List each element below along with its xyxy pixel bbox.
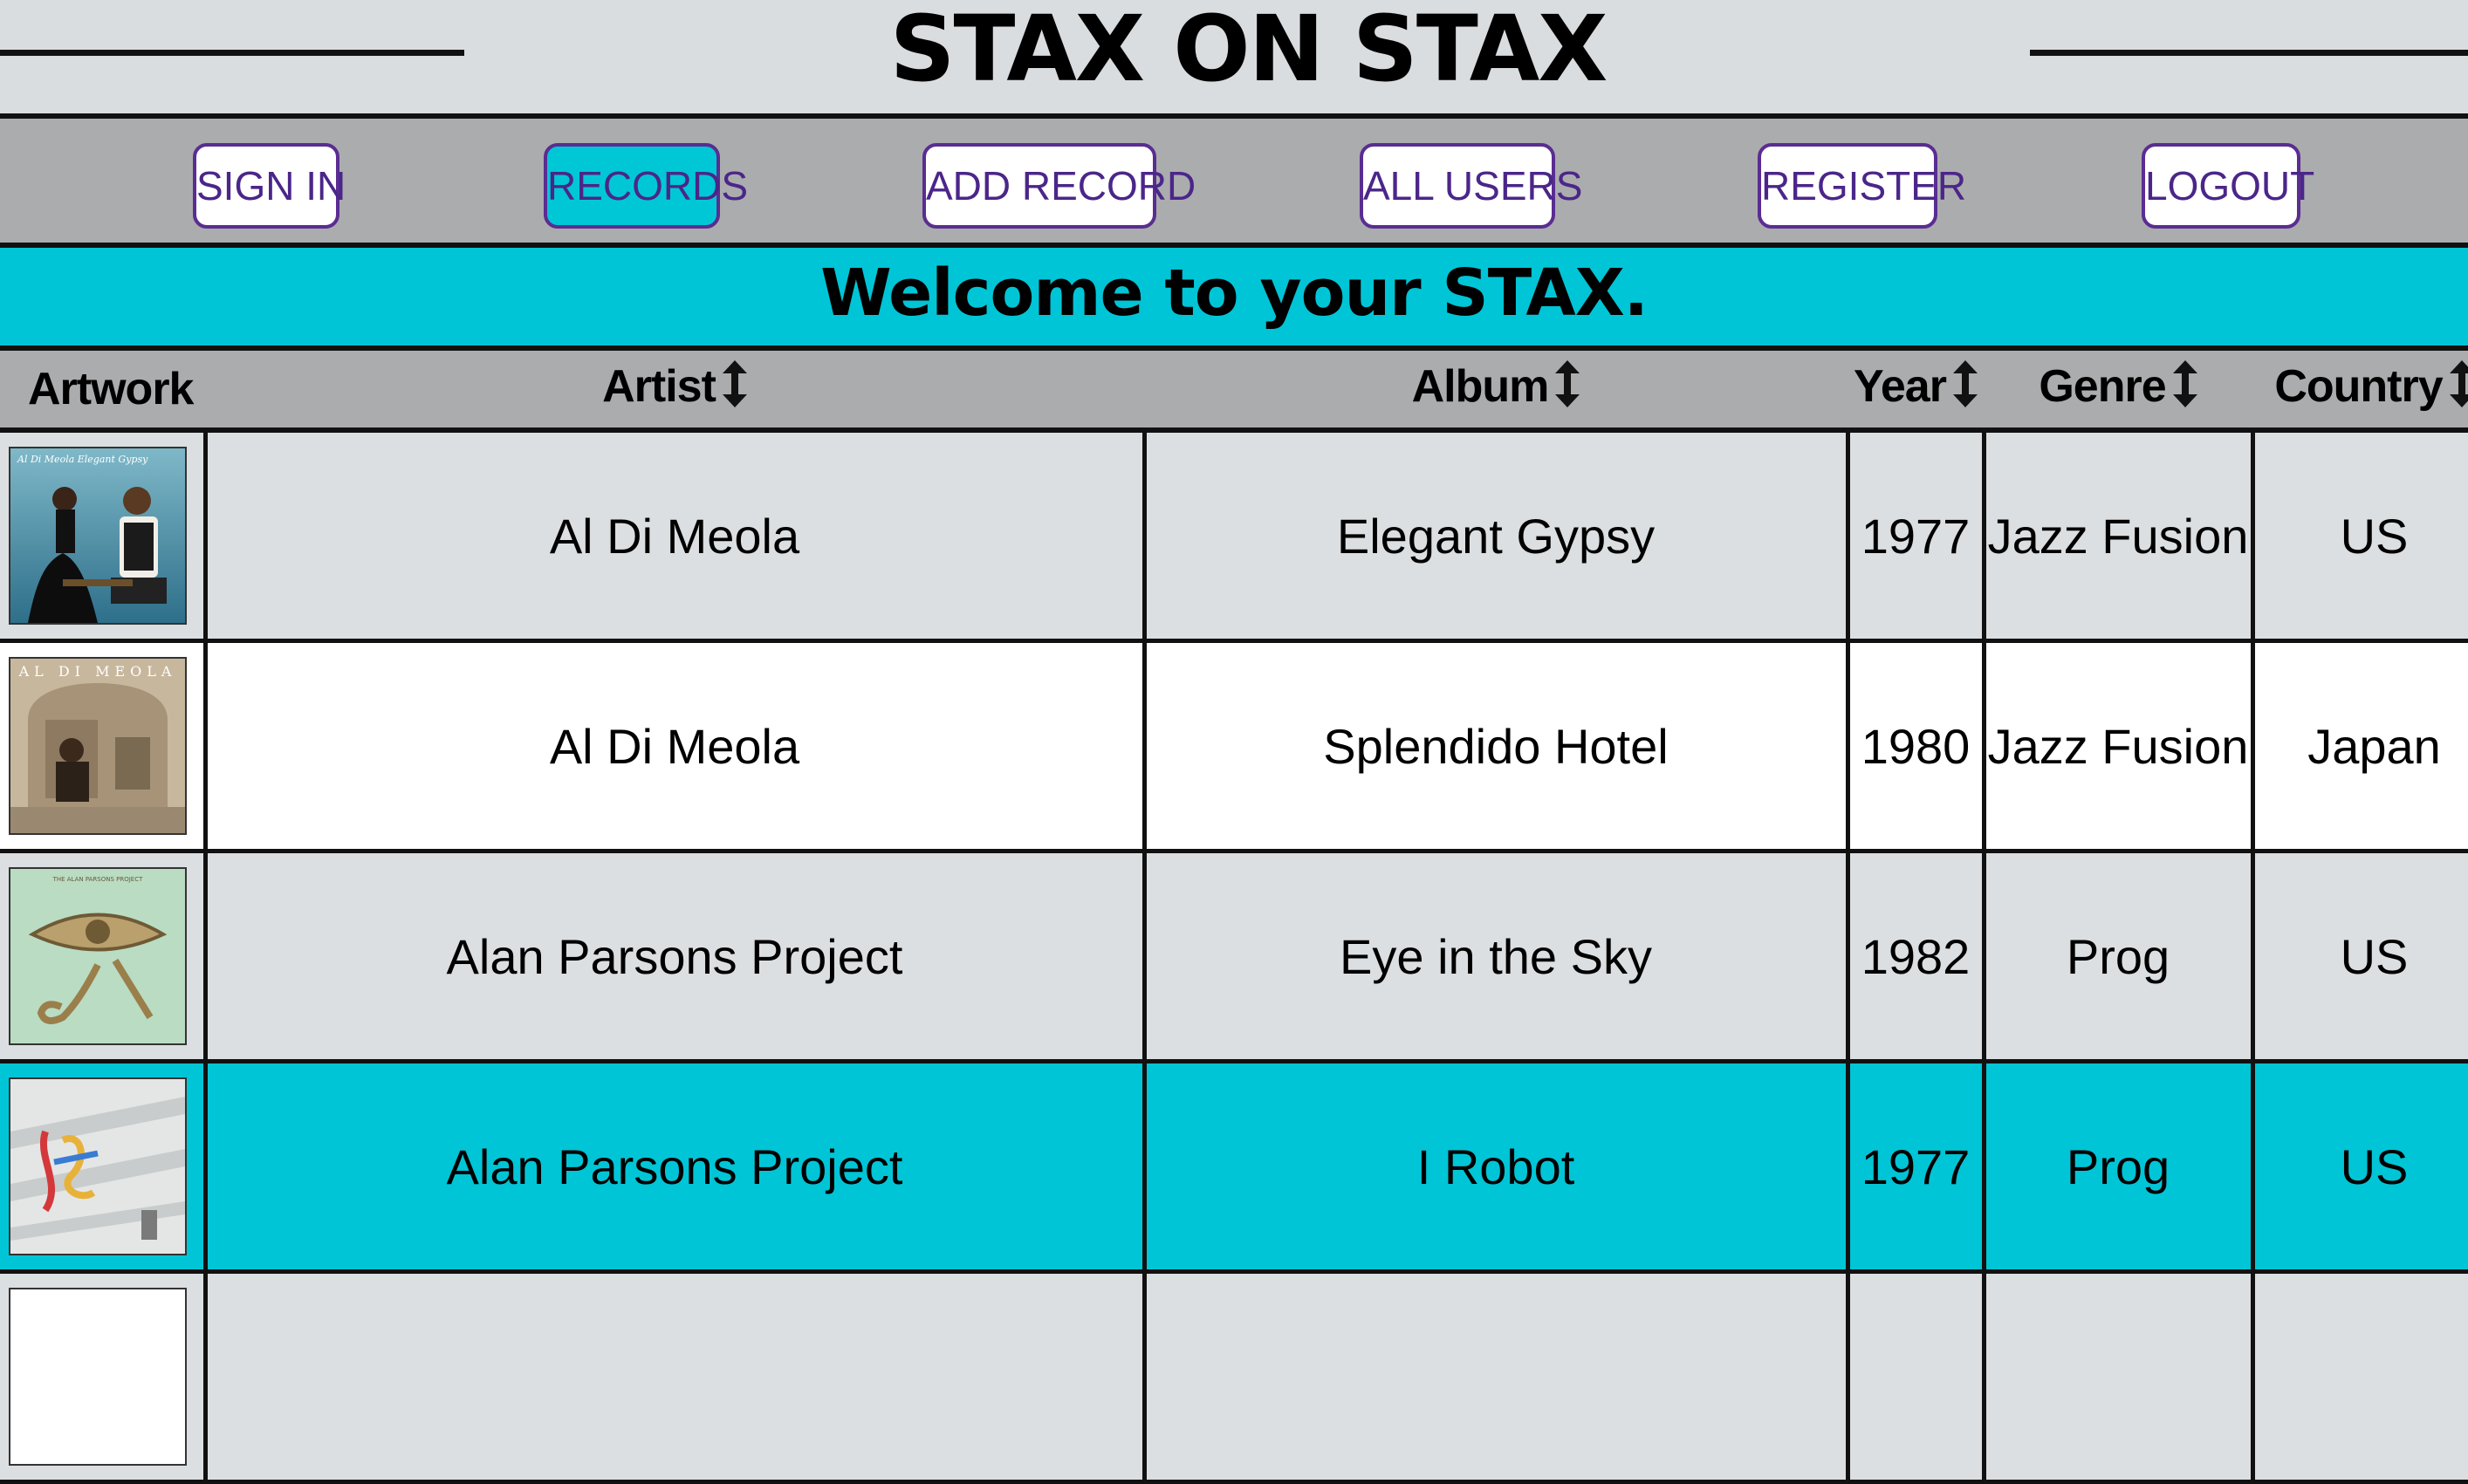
column-label-genre: Genre bbox=[2039, 360, 2166, 412]
table-row[interactable] bbox=[0, 1271, 2468, 1484]
cover-text: THE ALAN PARSONS PROJECT bbox=[52, 876, 144, 883]
column-label-album: Album bbox=[1411, 360, 1550, 412]
genre-cell: Prog bbox=[1981, 1061, 2255, 1274]
country-cell: US bbox=[2250, 430, 2468, 643]
table-row[interactable]: Alan Parsons Project I Robot 1977 Prog U… bbox=[0, 1061, 2468, 1274]
table-header-row: Artwork Artist Album Year Genre Country bbox=[0, 351, 2468, 433]
column-label-year: Year bbox=[1854, 360, 1947, 412]
header-rule-right bbox=[2030, 50, 2468, 56]
artwork-cell: Al Di Meola Elegant Gypsy bbox=[0, 430, 208, 643]
album-cell: Elegant Gypsy bbox=[1141, 430, 1850, 643]
genre-cell: Jazz Fusion bbox=[1981, 430, 2255, 643]
album-cover-elegant-gypsy[interactable]: Al Di Meola Elegant Gypsy bbox=[9, 447, 187, 625]
country-cell: US bbox=[2250, 851, 2468, 1063]
table-row[interactable]: Al Di Meola Elegant Gypsy Al Di Meola El… bbox=[0, 430, 2468, 643]
sign-in-button[interactable]: SIGN IN bbox=[193, 143, 346, 229]
column-header-year[interactable]: Year bbox=[1848, 351, 1984, 433]
album-cell: Eye in the Sky bbox=[1141, 851, 1850, 1063]
sort-arrows-icon[interactable] bbox=[1555, 359, 1580, 419]
column-label-artist: Artist bbox=[602, 360, 716, 412]
sort-arrows-icon[interactable] bbox=[2172, 359, 2197, 419]
main-nav: SIGN IN RECORDS ADD RECORD ALL USERS REG… bbox=[0, 113, 2468, 248]
register-button[interactable]: REGISTER bbox=[1758, 143, 1966, 229]
table-row[interactable]: THE ALAN PARSONS PROJECT Alan Parsons Pr… bbox=[0, 851, 2468, 1063]
records-table: Artwork Artist Album Year Genre Country bbox=[0, 351, 2468, 1484]
cover-text: AL DI MEOLA bbox=[18, 663, 177, 680]
artist-cell: Alan Parsons Project bbox=[202, 1061, 1147, 1274]
genre-cell: Prog bbox=[1981, 851, 2255, 1063]
column-header-genre[interactable]: Genre bbox=[1984, 351, 2252, 433]
album-cover-i-robot[interactable] bbox=[9, 1077, 187, 1255]
logout-button[interactable]: LOGOUT bbox=[2142, 143, 2314, 229]
artist-cell: Al Di Meola bbox=[202, 430, 1147, 643]
site-title: STAX ON STAX bbox=[889, 0, 1608, 102]
all-users-button[interactable]: ALL USERS bbox=[1360, 143, 1582, 229]
album-cell bbox=[1141, 1271, 1850, 1484]
year-cell: 1980 bbox=[1845, 640, 1986, 853]
sort-arrows-icon[interactable] bbox=[1952, 359, 1978, 419]
sort-arrows-icon[interactable] bbox=[722, 359, 747, 419]
column-label-country: Country bbox=[2274, 360, 2443, 412]
artist-cell: Al Di Meola bbox=[202, 640, 1147, 853]
country-cell: US bbox=[2250, 1061, 2468, 1274]
artwork-cell: AL DI MEOLA bbox=[0, 640, 208, 853]
album-cell: Splendido Hotel bbox=[1141, 640, 1850, 853]
year-cell: 1977 bbox=[1845, 430, 1986, 643]
column-header-artist[interactable]: Artist bbox=[205, 351, 1144, 433]
column-header-country[interactable]: Country bbox=[2252, 351, 2468, 433]
sort-arrows-icon[interactable] bbox=[2449, 359, 2468, 419]
add-record-button[interactable]: ADD RECORD bbox=[922, 143, 1196, 229]
year-cell: 1977 bbox=[1845, 1061, 1986, 1274]
genre-cell: Jazz Fusion bbox=[1981, 640, 2255, 853]
artwork-cell: THE ALAN PARSONS PROJECT bbox=[0, 851, 208, 1063]
column-header-album[interactable]: Album bbox=[1144, 351, 1848, 433]
cover-text: Al Di Meola Elegant Gypsy bbox=[17, 454, 148, 465]
artwork-cell bbox=[0, 1061, 208, 1274]
album-cover-splendido-hotel[interactable]: AL DI MEOLA bbox=[9, 657, 187, 835]
genre-cell bbox=[1981, 1271, 2255, 1484]
year-cell bbox=[1845, 1271, 1986, 1484]
album-cover-partial[interactable] bbox=[9, 1288, 187, 1466]
artist-cell bbox=[202, 1271, 1147, 1484]
column-label-artwork: Artwork bbox=[28, 364, 194, 414]
welcome-banner: Welcome to your STAX. bbox=[0, 248, 2468, 351]
year-cell: 1982 bbox=[1845, 851, 1986, 1063]
album-cover-eye-in-the-sky[interactable]: THE ALAN PARSONS PROJECT bbox=[9, 867, 187, 1045]
site-header: STAX ON STAX bbox=[0, 0, 2468, 113]
artist-cell: Alan Parsons Project bbox=[202, 851, 1147, 1063]
column-header-artwork: Artwork bbox=[0, 351, 205, 433]
country-cell: Japan bbox=[2250, 640, 2468, 853]
artwork-cell bbox=[0, 1271, 208, 1484]
album-cell: I Robot bbox=[1141, 1061, 1850, 1274]
table-row[interactable]: AL DI MEOLA Al Di Meola Splendido Hotel … bbox=[0, 640, 2468, 853]
records-button[interactable]: RECORDS bbox=[544, 143, 748, 229]
country-cell bbox=[2250, 1271, 2468, 1484]
